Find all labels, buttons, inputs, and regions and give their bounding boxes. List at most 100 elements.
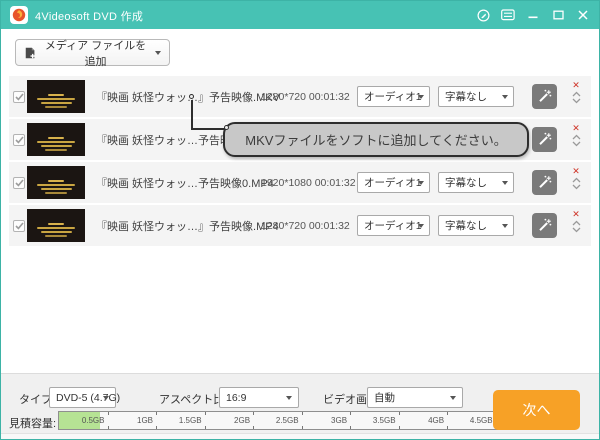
video-quality-select[interactable]: 自動 [367,387,463,408]
chevron-down-icon [286,396,292,400]
capacity-tick-label: 2.5GB [268,416,302,425]
bottom-panel: タイプ: DVD-5 (4.7G) アスペクト比: 16:9 ビデオ画質: 自動… [1,373,599,433]
edit-magic-wand-button[interactable] [532,84,557,109]
subtitle-select[interactable]: 字幕なし [438,215,514,236]
capacity-tick-label: 3.5GB [365,416,399,425]
row-actions: ✕ [569,124,583,147]
file-row: 『映画 妖怪ウォッ…』予告映像.MP4 1280*720 00:01:32 オー… [9,205,591,246]
callout-connector-line [191,128,225,130]
chevron-down-icon [502,224,508,228]
menu-icon[interactable] [500,7,516,23]
chevron-down-icon [502,181,508,185]
capacity-tick-label: 4GB [413,416,447,425]
subtitle-select[interactable]: 字幕なし [438,172,514,193]
subtitle-select[interactable]: 字幕なし [438,86,514,107]
feedback-quill-icon[interactable] [475,7,491,23]
row-actions: ✕ [569,167,583,190]
video-thumbnail [27,209,85,242]
delete-icon[interactable]: ✕ [572,124,580,133]
capacity-tick-label: 3GB [316,416,350,425]
minimize-icon[interactable] [525,7,541,23]
file-resolution-duration: 1280*720 00:01:32 [261,205,350,246]
delete-icon[interactable]: ✕ [572,81,580,90]
move-up-icon[interactable] [572,91,581,97]
toolbar: メディア ファイルを追加 [1,29,599,73]
video-thumbnail [27,123,85,156]
capacity-tick [156,412,157,429]
maximize-icon[interactable] [550,7,566,23]
chevron-down-icon [418,224,424,228]
capacity-bar: 0.5GB 1GB 1.5GB 2GB 2.5GB 3GB 3.5GB 4GB 4.5GB [58,411,516,430]
magic-wand-icon [537,175,552,190]
add-media-label: メディア ファイルを追加 [42,37,149,69]
file-title: 『映画 妖怪ウォッ…』予告映像.MP4 [96,205,279,246]
video-thumbnail [27,166,85,199]
edit-magic-wand-button[interactable] [532,170,557,195]
file-row: 『映画 妖怪ウォッ…』予告映像.MKV 1280*720 00:01:32 オー… [9,76,591,117]
row-actions: ✕ [569,210,583,233]
row-checkbox[interactable] [13,134,25,146]
move-down-icon[interactable] [572,227,581,233]
capacity-tick [447,412,448,429]
dvd-type-select[interactable]: DVD-5 (4.7G) [49,387,116,408]
add-media-button[interactable]: メディア ファイルを追加 [15,39,170,66]
move-down-icon[interactable] [572,184,581,190]
file-row: 『映画 妖怪ウォッ…予告映像0.MP4 1920*1080 00:01:32 オ… [9,162,591,203]
capacity-tick-label: 4.5GB [462,416,496,425]
delete-icon[interactable]: ✕ [572,210,580,219]
file-list: 『映画 妖怪ウォッ…』予告映像.MKV 1280*720 00:01:32 オー… [9,76,591,248]
move-up-icon[interactable] [572,177,581,183]
row-checkbox[interactable] [13,220,25,232]
add-file-icon [24,46,36,60]
capacity-tick [350,412,351,429]
capacity-tick [253,412,254,429]
move-up-icon[interactable] [572,134,581,140]
move-down-icon[interactable] [572,98,581,104]
magic-wand-icon [537,218,552,233]
video-thumbnail [27,80,85,113]
capacity-label: 見積容量: [9,415,56,431]
move-up-icon[interactable] [572,220,581,226]
audio-track-select[interactable]: オーディオ1 [357,215,430,236]
move-down-icon[interactable] [572,141,581,147]
callout-connector-line [191,100,193,130]
capacity-tick [302,412,303,429]
app-window: 4Videosoft DVD 作成 [0,0,600,440]
app-logo-icon [10,6,28,24]
titlebar: 4Videosoft DVD 作成 [1,1,599,29]
chevron-down-icon [418,181,424,185]
capacity-tick-label: 1.5GB [171,416,205,425]
chevron-down-icon [418,95,424,99]
callout-anchor-dot [224,125,229,130]
capacity-tick [108,412,109,429]
capacity-tick [399,412,400,429]
chevron-down-icon [103,396,109,400]
audio-track-select[interactable]: オーディオ1 [357,172,430,193]
window-controls [475,1,591,29]
aspect-ratio-label: アスペクト比: [159,391,227,407]
capacity-tick [205,412,206,429]
chevron-down-icon [155,51,161,55]
aspect-ratio-select[interactable]: 16:9 [219,387,299,408]
file-resolution-duration: 1280*720 00:01:32 [261,76,350,117]
chevron-down-icon [450,396,456,400]
magic-wand-icon [537,132,552,147]
audio-track-select[interactable]: オーディオ1 [357,86,430,107]
edit-magic-wand-button[interactable] [532,213,557,238]
bottom-strip [1,433,599,440]
capacity-tick-label: 0.5GB [74,416,108,425]
capacity-tick-label: 1GB [122,416,156,425]
magic-wand-icon [537,89,552,104]
file-title: 『映画 妖怪ウォッ…』予告映像.MKV [96,76,280,117]
delete-icon[interactable]: ✕ [572,167,580,176]
capacity-tick-label: 2GB [219,416,253,425]
close-icon[interactable] [575,7,591,23]
next-button[interactable]: 次へ [493,390,580,430]
callout-anchor-dot [189,94,194,99]
chevron-down-icon [502,95,508,99]
row-checkbox[interactable] [13,177,25,189]
row-checkbox[interactable] [13,91,25,103]
file-title: 『映画 妖怪ウォッ…予告映像0.MP4 [96,162,274,203]
edit-magic-wand-button[interactable] [532,127,557,152]
file-resolution-duration: 1920*1080 00:01:32 [261,162,356,203]
